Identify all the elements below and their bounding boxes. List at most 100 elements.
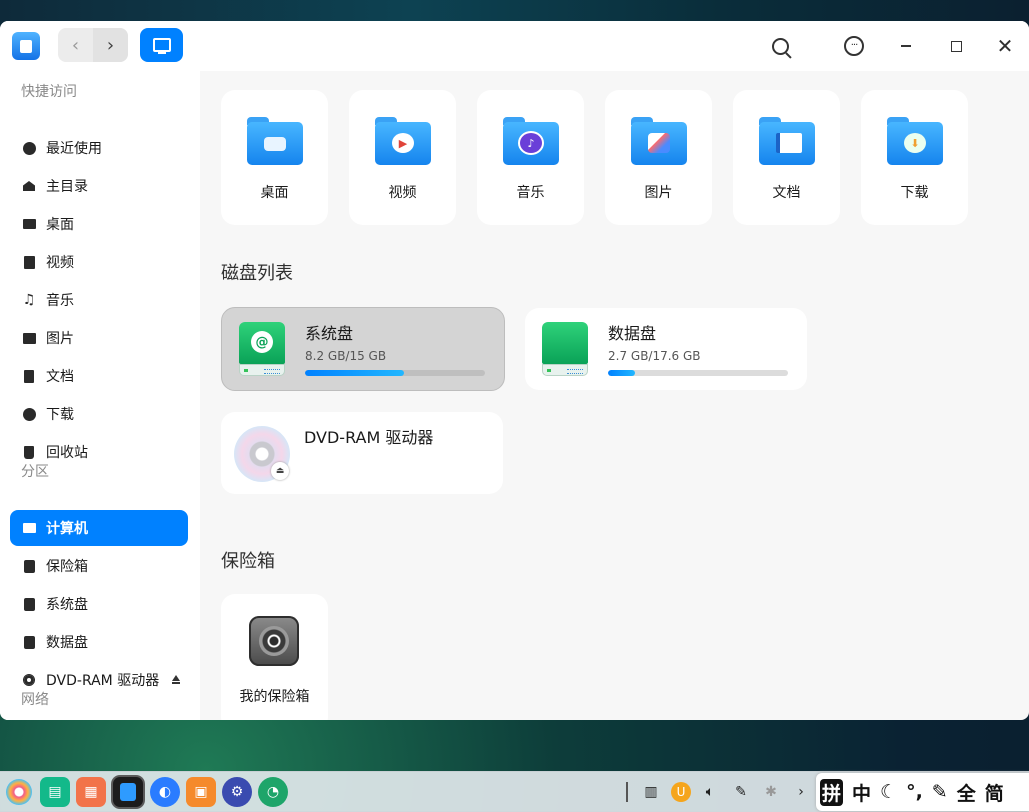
multitask-view-icon[interactable]: ▤: [40, 777, 70, 807]
sidebar-item-music[interactable]: ♫ 音乐: [10, 282, 188, 318]
sidebar-item-label: 主目录: [46, 179, 88, 195]
quick-access-desktop[interactable]: 桌面: [221, 90, 328, 225]
expand-tray-icon[interactable]: ›: [791, 782, 811, 802]
quick-access-label: 音乐: [516, 185, 545, 201]
sidebar-section-partitions: 分区: [21, 464, 49, 480]
sidebar-item-documents[interactable]: 文档: [10, 358, 188, 394]
quick-access-video[interactable]: ▶ 视频: [349, 90, 456, 225]
sidebar-item-label: 视频: [46, 255, 74, 271]
sidebar-item-pictures[interactable]: 图片: [10, 320, 188, 356]
ime-punctuation-button[interactable]: °,: [906, 781, 923, 803]
sidebar-item-recent[interactable]: 最近使用: [10, 130, 188, 166]
disk-icon: [22, 597, 36, 611]
sidebar-item-downloads[interactable]: 下载: [10, 396, 188, 432]
quick-access-label: 桌面: [260, 185, 289, 201]
quick-access-label: 视频: [388, 185, 417, 201]
sidebar-item-data-disk[interactable]: 数据盘: [10, 624, 188, 660]
ime-script-button[interactable]: 简: [985, 779, 1004, 806]
support-icon[interactable]: ◔: [258, 777, 288, 807]
minimize-button[interactable]: [896, 36, 916, 56]
sidebar: 快捷访问 最近使用 主目录 桌面 视频 ♫ 音乐 图片 文档 下载 回收站 分区…: [0, 71, 200, 720]
bluetooth-icon[interactable]: ✱: [761, 782, 781, 802]
disk-name: DVD-RAM 驱动器: [304, 428, 434, 447]
quick-access-label: 下载: [900, 185, 929, 201]
sidebar-item-label: 桌面: [46, 217, 74, 233]
music-icon: ♫: [22, 292, 36, 308]
sidebar-item-label: 保险箱: [46, 559, 88, 575]
disk-card-system[interactable]: @ 系统盘 8.2 GB/15 GB: [221, 307, 505, 391]
document-folder-icon: [759, 117, 815, 165]
back-button[interactable]: ‹: [58, 28, 93, 62]
picture-folder-icon: [631, 117, 687, 165]
update-tray-icon[interactable]: U: [671, 782, 691, 802]
settings-icon[interactable]: ⚙: [222, 777, 252, 807]
maximize-button[interactable]: [946, 36, 966, 56]
quick-access-downloads[interactable]: ⬇ 下载: [861, 90, 968, 225]
disk-card-dvd[interactable]: ⏏ DVD-RAM 驱动器: [221, 412, 503, 494]
main-menu-button[interactable]: ···: [844, 36, 864, 56]
sidebar-item-video[interactable]: 视频: [10, 244, 188, 280]
sidebar-item-label: 下载: [46, 407, 74, 423]
pen-tray-icon[interactable]: ✎: [731, 782, 751, 802]
home-icon: [22, 179, 36, 193]
trash-icon: [22, 445, 36, 459]
disk-name: 数据盘: [608, 324, 657, 343]
disk-usage-bar: [608, 370, 788, 376]
picture-icon: [22, 331, 36, 345]
video-folder-icon: ▶: [375, 117, 431, 165]
disk-list-title: 磁盘列表: [221, 263, 293, 284]
keyboard-tray-icon[interactable]: ▥: [641, 782, 661, 802]
sidebar-item-label: 文档: [46, 369, 74, 385]
vault-icon: [249, 616, 299, 666]
close-button[interactable]: ✕: [995, 34, 1015, 58]
launcher-icon[interactable]: [6, 779, 32, 805]
ime-mode-button[interactable]: 拼: [820, 778, 844, 806]
quick-access-documents[interactable]: 文档: [733, 90, 840, 225]
document-icon: [22, 369, 36, 383]
ime-language-button[interactable]: 中: [852, 779, 871, 806]
clock-icon: [22, 141, 36, 155]
quick-access-label: 文档: [772, 185, 801, 201]
more-icon: ···: [844, 36, 864, 56]
desktop-icon: [22, 217, 36, 231]
sidebar-item-label: 图片: [46, 331, 74, 347]
sidebar-item-label: 系统盘: [46, 597, 88, 613]
input-method-toolbar: 拼 中 ☾ °, ✎ 全 简: [816, 773, 1029, 811]
sidebar-item-home[interactable]: 主目录: [10, 168, 188, 204]
sidebar-item-computer[interactable]: 计算机: [10, 510, 188, 546]
moon-icon[interactable]: ☾: [880, 781, 897, 803]
computer-view-button[interactable]: [140, 28, 183, 62]
monitor-icon: [152, 38, 171, 54]
tray-divider: [626, 782, 628, 802]
disk-card-data[interactable]: 数据盘 2.7 GB/17.6 GB: [525, 308, 807, 390]
quick-access-pictures[interactable]: 图片: [605, 90, 712, 225]
disk-icon: [22, 635, 36, 649]
forward-button[interactable]: ›: [93, 28, 128, 62]
file-manager-app-icon: [12, 32, 40, 60]
sidebar-item-desktop[interactable]: 桌面: [10, 206, 188, 242]
download-icon: [22, 407, 36, 421]
eject-icon[interactable]: [172, 675, 180, 684]
quick-access-music[interactable]: ♪ 音乐: [477, 90, 584, 225]
file-manager-window: ‹ › ··· ✕ 快捷访问 最近使用 主目录 桌面 视频 ♫ 音乐 图片 文档…: [0, 21, 1029, 720]
main-content: 桌面 ▶ 视频 ♪ 音乐 图片 文档 ⬇ 下载 磁盘列表 @ 系统盘 8.2 G…: [200, 71, 1029, 720]
eject-icon[interactable]: ⏏: [271, 462, 289, 480]
music-folder-icon: ♪: [503, 117, 559, 165]
file-manager-taskbar-icon[interactable]: [113, 777, 143, 807]
disk-usage-text: 2.7 GB/17.6 GB: [608, 349, 701, 363]
disk-usage-fill: [305, 370, 404, 376]
pen-icon[interactable]: ✎: [932, 781, 948, 803]
system-disk-icon: @: [239, 322, 285, 376]
vault-section-title: 保险箱: [221, 551, 275, 572]
search-button[interactable]: [770, 36, 790, 56]
sidebar-item-system-disk[interactable]: 系统盘: [10, 586, 188, 622]
video-icon: [22, 255, 36, 269]
ime-width-button[interactable]: 全: [957, 779, 976, 806]
volume-icon[interactable]: 🔈︎: [700, 782, 720, 802]
browser-icon[interactable]: ◐: [150, 777, 180, 807]
store-bag-icon[interactable]: ▣: [186, 777, 216, 807]
app-store-icon[interactable]: ▦: [76, 777, 106, 807]
sidebar-item-vault[interactable]: 保险箱: [10, 548, 188, 584]
sidebar-item-label: 回收站: [46, 445, 88, 461]
vault-card[interactable]: 我的保险箱: [221, 594, 328, 720]
